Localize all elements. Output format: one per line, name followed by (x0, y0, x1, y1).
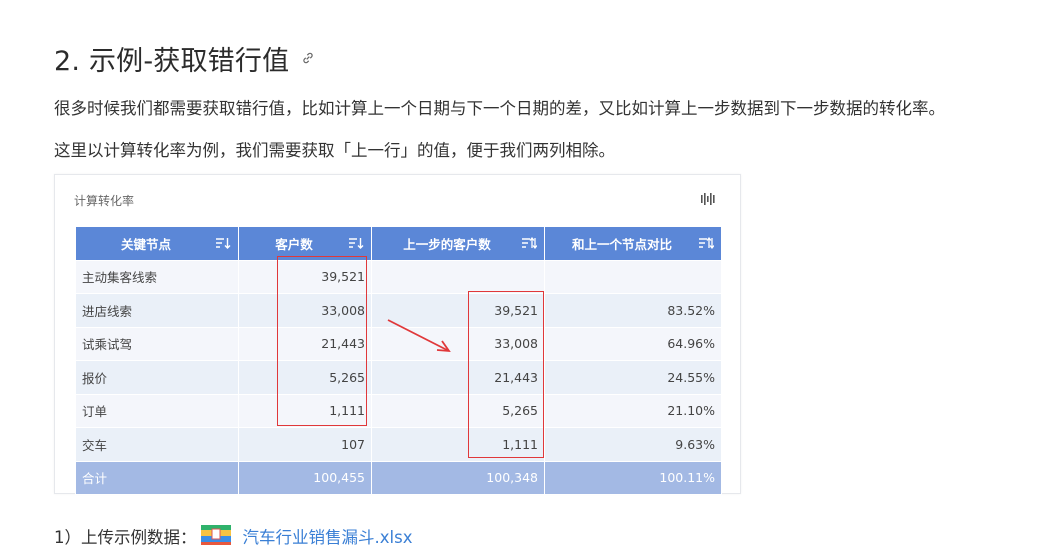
table-row: 交车 107 1,111 9.63% (75, 427, 722, 462)
sort-icon[interactable] (698, 236, 714, 250)
file-download-link[interactable]: 汽车行业销售漏斗.xlsx (243, 524, 413, 545)
section-heading: 2. 示例-获取错行值 (54, 38, 315, 78)
sort-icon[interactable] (348, 236, 364, 250)
cell-ratio (544, 259, 722, 294)
highlight-box-prev-customers (468, 291, 544, 458)
cell-node: 交车 (75, 427, 239, 462)
column-header[interactable]: 上一步的客户数 (371, 226, 545, 261)
cell-ratio: 24.55% (544, 360, 722, 395)
upload-line: 1）上传示例数据： 汽车行业销售漏斗.xlsx (54, 524, 412, 545)
cell-node: 试乘试驾 (75, 326, 239, 361)
cell-customers: 107 (238, 427, 372, 462)
table-total-row: 合计 100,455 100,348 100.11% (75, 460, 722, 495)
cell-total-label: 合计 (75, 460, 239, 495)
highlight-box-customers (277, 256, 367, 426)
sort-icon[interactable] (521, 236, 537, 250)
table-row: 报价 5,265 21,443 24.55% (75, 360, 722, 395)
column-header[interactable]: 和上一个节点对比 (544, 226, 722, 261)
cell-node: 主动集客线索 (75, 259, 239, 294)
column-header[interactable]: 关键节点 (75, 226, 239, 261)
cell-ratio: 21.10% (544, 393, 722, 428)
column-header[interactable]: 客户数 (238, 226, 372, 261)
card-title: 计算转化率 (74, 194, 135, 208)
table-row: 主动集客线索 39,521 (75, 259, 722, 294)
file-archive-icon (200, 525, 231, 545)
cell-ratio: 64.96% (544, 326, 722, 361)
cell-prev-customers (371, 259, 545, 294)
cell-node: 进店线索 (75, 293, 239, 328)
cell-total-prev: 100,348 (371, 460, 545, 495)
heading-text: 2. 示例-获取错行值 (54, 45, 290, 77)
sort-icon[interactable] (215, 236, 231, 250)
cell-node: 订单 (75, 393, 239, 428)
paragraph-2: 这里以计算转化率为例，我们需要获取「上一行」的值，便于我们两列相除。 (54, 141, 615, 160)
data-table: 关键节点 客户数 上一步的客户数 和上一个节点对比 主动集客线索 39,521 … (75, 226, 722, 495)
cell-total-customers: 100,455 (238, 460, 372, 495)
table-row: 订单 1,111 5,265 21.10% (75, 393, 722, 428)
annotation-arrow (387, 319, 451, 353)
paragraph-1: 很多时候我们都需要获取错行值，比如计算上一个日期与下一个日期的差，又比如计算上一… (54, 99, 945, 118)
cell-total-ratio: 100.11% (544, 460, 722, 495)
cell-ratio: 9.63% (544, 427, 722, 462)
cell-ratio: 83.52% (544, 293, 722, 328)
link-icon[interactable] (301, 51, 315, 65)
cell-node: 报价 (75, 360, 239, 395)
upload-label: 1）上传示例数据： (54, 528, 197, 545)
chart-settings-icon[interactable] (700, 192, 716, 206)
table-header-row: 关键节点 客户数 上一步的客户数 和上一个节点对比 (75, 226, 722, 261)
